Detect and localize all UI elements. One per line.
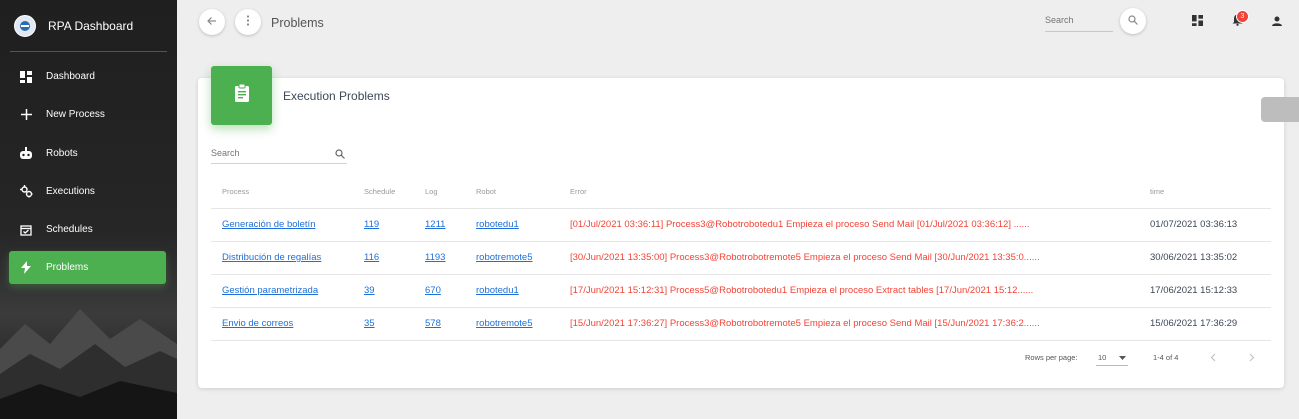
page-title: Problems (271, 16, 324, 30)
log-link[interactable]: 578 (414, 307, 465, 341)
user-icon (1272, 13, 1282, 31)
table-header-row: Process Schedule Log Robot Error time (211, 175, 1271, 209)
caret-down-icon (1119, 353, 1126, 362)
log-link[interactable]: 670 (414, 274, 465, 308)
process-link[interactable]: Generación de boletín (211, 208, 353, 242)
table-search (211, 143, 347, 164)
column-header-robot[interactable]: Robot (465, 175, 559, 209)
sidebar-item-executions[interactable]: Executions (9, 175, 166, 208)
error-text: [15/Jun/2021 17:36:27] Process3@Robotrob… (559, 307, 1139, 341)
sidebar-item-new-process[interactable]: New Process (9, 98, 166, 131)
sidebar-item-label: Schedules (46, 224, 93, 236)
table-row: Gestión parametrizada 39 670 robotedu1 [… (211, 274, 1271, 308)
problems-table: Process Schedule Log Robot Error time Ge… (211, 175, 1271, 341)
table-search-input[interactable] (211, 144, 321, 158)
time-text: 01/07/2021 03:36:13 (1139, 208, 1271, 242)
time-text: 30/06/2021 13:35:02 (1139, 241, 1271, 275)
time-text: 15/06/2021 17:36:29 (1139, 307, 1271, 341)
table-row: Generación de boletín 119 1211 robotedu1… (211, 208, 1271, 242)
plus-icon (19, 108, 33, 122)
more-options-button[interactable] (235, 9, 261, 35)
dashboard-icon (1191, 13, 1203, 31)
brand[interactable]: RPA Dashboard (0, 0, 177, 51)
column-header-schedule[interactable]: Schedule (353, 175, 414, 209)
search-button[interactable] (1120, 8, 1146, 34)
calendar-icon (19, 223, 33, 237)
robot-link[interactable]: robotremote5 (465, 307, 559, 341)
schedule-link[interactable]: 35 (353, 307, 414, 341)
user-menu-button[interactable] (1268, 13, 1286, 31)
robot-icon (19, 146, 33, 160)
dashboard-icon (19, 70, 33, 84)
process-link[interactable]: Envio de correos (211, 307, 353, 341)
process-link[interactable]: Gestión parametrizada (211, 274, 353, 308)
divider (10, 51, 167, 52)
clipboard-icon (234, 83, 250, 107)
robot-link[interactable]: robotedu1 (465, 274, 559, 308)
rows-per-page-value: 10 (1098, 353, 1107, 362)
card-header-icon (211, 66, 272, 125)
error-text: [30/Jun/2021 13:35:00] Process3@Robotrob… (559, 241, 1139, 275)
error-text: [17/Jun/2021 15:12:31] Process5@Robotrob… (559, 274, 1139, 308)
next-page-button[interactable] (1246, 352, 1258, 364)
more-vertical-icon (246, 13, 250, 31)
settings-drawer-tab[interactable] (1261, 97, 1299, 122)
chevron-right-icon (1249, 349, 1255, 367)
search-icon[interactable] (335, 146, 345, 164)
sidebar-item-schedules[interactable]: Schedules (9, 213, 166, 246)
robot-link[interactable]: robotedu1 (465, 208, 559, 242)
sidebar-item-robots[interactable]: Robots (9, 137, 166, 170)
table-row: Distribución de regalías 116 1193 robotr… (211, 241, 1271, 275)
sidebar-item-problems[interactable]: Problems (9, 251, 166, 285)
sidebar: RPA Dashboard Dashboard New Process Robo… (0, 0, 177, 419)
top-search (1045, 12, 1113, 32)
robot-link[interactable]: robotremote5 (465, 241, 559, 275)
rows-per-page-label: Rows per page: (1025, 353, 1078, 362)
chevron-left-icon (1210, 349, 1216, 367)
error-text: [01/Jul/2021 03:36:11] Process3@Robotrob… (559, 208, 1139, 242)
log-link[interactable]: 1211 (414, 208, 465, 242)
search-icon (1128, 12, 1138, 30)
sidebar-item-label: Dashboard (46, 71, 95, 82)
process-link[interactable]: Distribución de regalías (211, 241, 353, 275)
sidebar-item-label: Robots (46, 147, 78, 159)
dashboard-view-button[interactable] (1188, 13, 1206, 31)
schedule-link[interactable]: 116 (353, 241, 414, 275)
sidebar-background-image (0, 309, 177, 419)
schedule-link[interactable]: 119 (353, 208, 414, 242)
notification-badge: 3 (1236, 10, 1249, 23)
column-header-time[interactable]: time (1139, 175, 1271, 209)
arrow-left-icon (207, 13, 217, 31)
brand-logo (14, 14, 36, 37)
search-input[interactable] (1045, 15, 1111, 25)
gears-icon (19, 184, 33, 198)
column-header-process[interactable]: Process (211, 175, 353, 209)
sidebar-item-dashboard[interactable]: Dashboard (9, 60, 166, 93)
card-title: Execution Problems (283, 89, 390, 103)
previous-page-button[interactable] (1207, 352, 1219, 364)
column-header-log[interactable]: Log (414, 175, 465, 209)
column-header-error[interactable]: Error (559, 175, 1139, 209)
table-row: Envio de correos 35 578 robotremote5 [15… (211, 307, 1271, 341)
rows-per-page-select[interactable]: 10 (1096, 350, 1128, 366)
sidebar-item-label: Problems (46, 262, 89, 274)
sidebar-item-label: Executions (46, 185, 95, 197)
time-text: 17/06/2021 15:12:33 (1139, 274, 1271, 308)
back-button[interactable] (199, 9, 225, 35)
schedule-link[interactable]: 39 (353, 274, 414, 308)
app-title: RPA Dashboard (48, 18, 134, 33)
sidebar-item-label: New Process (46, 109, 105, 121)
sidebar-nav: Dashboard New Process Robots Executions … (9, 60, 166, 290)
bolt-icon (19, 261, 33, 275)
log-link[interactable]: 1193 (414, 241, 465, 275)
pagination-range: 1-4 of 4 (1153, 353, 1179, 362)
top-bar: Problems 3 (177, 0, 1299, 46)
